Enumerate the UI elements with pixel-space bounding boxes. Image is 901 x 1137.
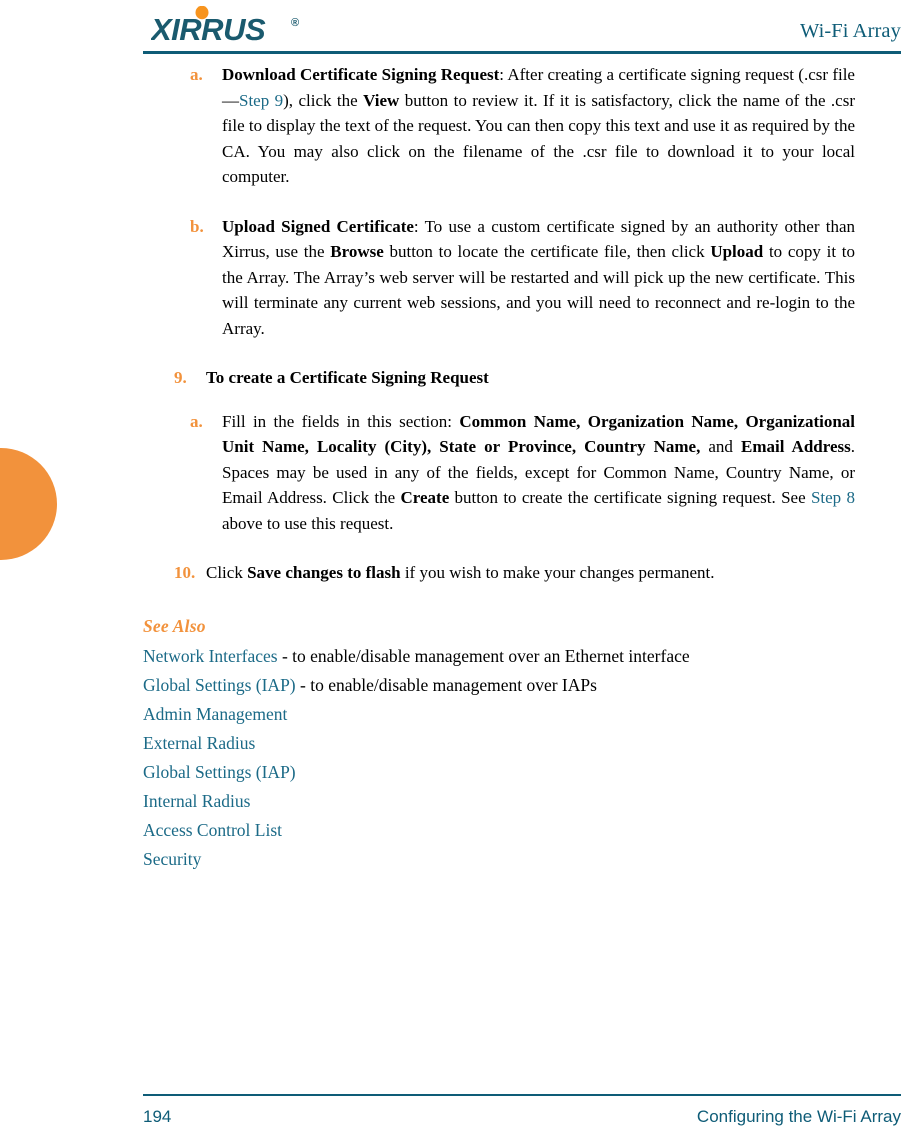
term-email-address: Email Address bbox=[740, 437, 851, 456]
see-also-link-access-control-list[interactable]: Access Control List bbox=[143, 820, 282, 840]
xirrus-logo: XIRRUS ® bbox=[151, 6, 321, 46]
page-header: XIRRUS ® Wi-Fi Array bbox=[143, 6, 901, 54]
text-run: if you wish to make your changes permane… bbox=[400, 563, 715, 582]
footer-rule bbox=[143, 1094, 901, 1096]
list-item: b. Upload Signed Certificate: To use a c… bbox=[143, 214, 901, 342]
list-item-text: Fill in the fields in this section: Comm… bbox=[222, 409, 855, 537]
list-item: a. Download Certificate Signing Request:… bbox=[143, 62, 901, 190]
see-also-description: - to enable/disable management over an E… bbox=[277, 645, 690, 666]
chapter-thumb-tab bbox=[0, 448, 57, 560]
see-also-row: Global Settings (IAP) - to enable/disabl… bbox=[143, 671, 901, 700]
list-item: a. Fill in the fields in this section: C… bbox=[143, 409, 901, 537]
list-marker: 10. bbox=[174, 563, 196, 582]
see-also-link-network-interfaces[interactable]: Network Interfaces bbox=[143, 646, 278, 666]
term-upload-signed-certificate: Upload Signed Certificate bbox=[222, 216, 414, 236]
step-9-heading: To create a Certificate Signing Request bbox=[206, 368, 489, 387]
footer-section-title: Configuring the Wi-Fi Array bbox=[696, 1107, 901, 1126]
svg-text:®: ® bbox=[291, 17, 299, 29]
see-also-list: Network Interfaces - to enable/disable m… bbox=[143, 642, 901, 874]
text-run: and bbox=[700, 437, 741, 456]
see-also-link-global-settings-iap[interactable]: Global Settings (IAP) bbox=[143, 675, 296, 695]
see-also-link-security[interactable]: Security bbox=[143, 849, 201, 869]
text-run: ), click the bbox=[283, 90, 364, 110]
see-also-row: External Radius bbox=[143, 729, 901, 758]
list-item-text: Download Certificate Signing Request: Af… bbox=[222, 62, 855, 190]
page-footer: 194 Configuring the Wi-Fi Array bbox=[143, 1094, 901, 1131]
see-also-row: Internal Radius bbox=[143, 787, 901, 816]
list-item-text: Click Save changes to flash if you wish … bbox=[206, 560, 855, 586]
text-run: button to locate the certificate file, t… bbox=[383, 242, 711, 261]
see-also-row: Access Control List bbox=[143, 816, 901, 845]
term-save-changes-to-flash: Save changes to flash bbox=[247, 563, 401, 582]
list-item: 10. Click Save changes to flash if you w… bbox=[143, 560, 901, 586]
list-marker: 9. bbox=[174, 368, 187, 387]
link-step-8[interactable]: Step 8 bbox=[811, 488, 855, 507]
list-marker: a. bbox=[190, 411, 203, 431]
term-upload-button: Upload bbox=[710, 242, 764, 261]
see-also-row: Admin Management bbox=[143, 700, 901, 729]
header-title: Wi-Fi Array bbox=[799, 20, 901, 42]
see-also-row: Security bbox=[143, 845, 901, 874]
see-also-heading: See Also bbox=[143, 615, 206, 636]
term-browse-button: Browse bbox=[330, 242, 384, 261]
text-run: Click bbox=[206, 563, 248, 582]
list-item: 9. To create a Certificate Signing Reque… bbox=[143, 365, 901, 391]
see-also-description: - to enable/disable management over IAPs bbox=[295, 674, 597, 695]
footer-content: 194 Configuring the Wi-Fi Array bbox=[143, 1107, 901, 1131]
text-run: button to create the certificate signing… bbox=[449, 488, 811, 507]
footer-page-number: 194 bbox=[143, 1107, 172, 1126]
list-item-text: To create a Certificate Signing Request bbox=[206, 365, 855, 391]
term-view-button: View bbox=[363, 90, 400, 110]
see-also-link-admin-management[interactable]: Admin Management bbox=[143, 704, 287, 724]
list-marker: b. bbox=[190, 216, 204, 236]
list-marker: a. bbox=[190, 65, 203, 84]
see-also-link-internal-radius[interactable]: Internal Radius bbox=[143, 791, 250, 811]
link-step-9[interactable]: Step 9 bbox=[239, 91, 283, 110]
header-rule bbox=[143, 51, 901, 54]
term-download-csr: Download Certificate Signing Request bbox=[222, 65, 500, 84]
see-also-link-global-settings-iap-2[interactable]: Global Settings (IAP) bbox=[143, 762, 296, 782]
document-page: XIRRUS ® Wi-Fi Array a. Download Certifi… bbox=[0, 0, 901, 1137]
svg-text:XIRRUS: XIRRUS bbox=[151, 12, 266, 46]
see-also-link-external-radius[interactable]: External Radius bbox=[143, 733, 255, 753]
page-content: a. Download Certificate Signing Request:… bbox=[143, 62, 901, 874]
list-item-text: Upload Signed Certificate: To use a cust… bbox=[222, 214, 855, 342]
text-run: above to use this request. bbox=[222, 513, 394, 533]
text-run: Fill in the fields in this section: bbox=[222, 411, 460, 431]
see-also-row: Network Interfaces - to enable/disable m… bbox=[143, 642, 901, 671]
term-create-button: Create bbox=[400, 488, 450, 507]
xirrus-logo-mark: XIRRUS ® bbox=[151, 6, 299, 46]
see-also-row: Global Settings (IAP) bbox=[143, 758, 901, 787]
